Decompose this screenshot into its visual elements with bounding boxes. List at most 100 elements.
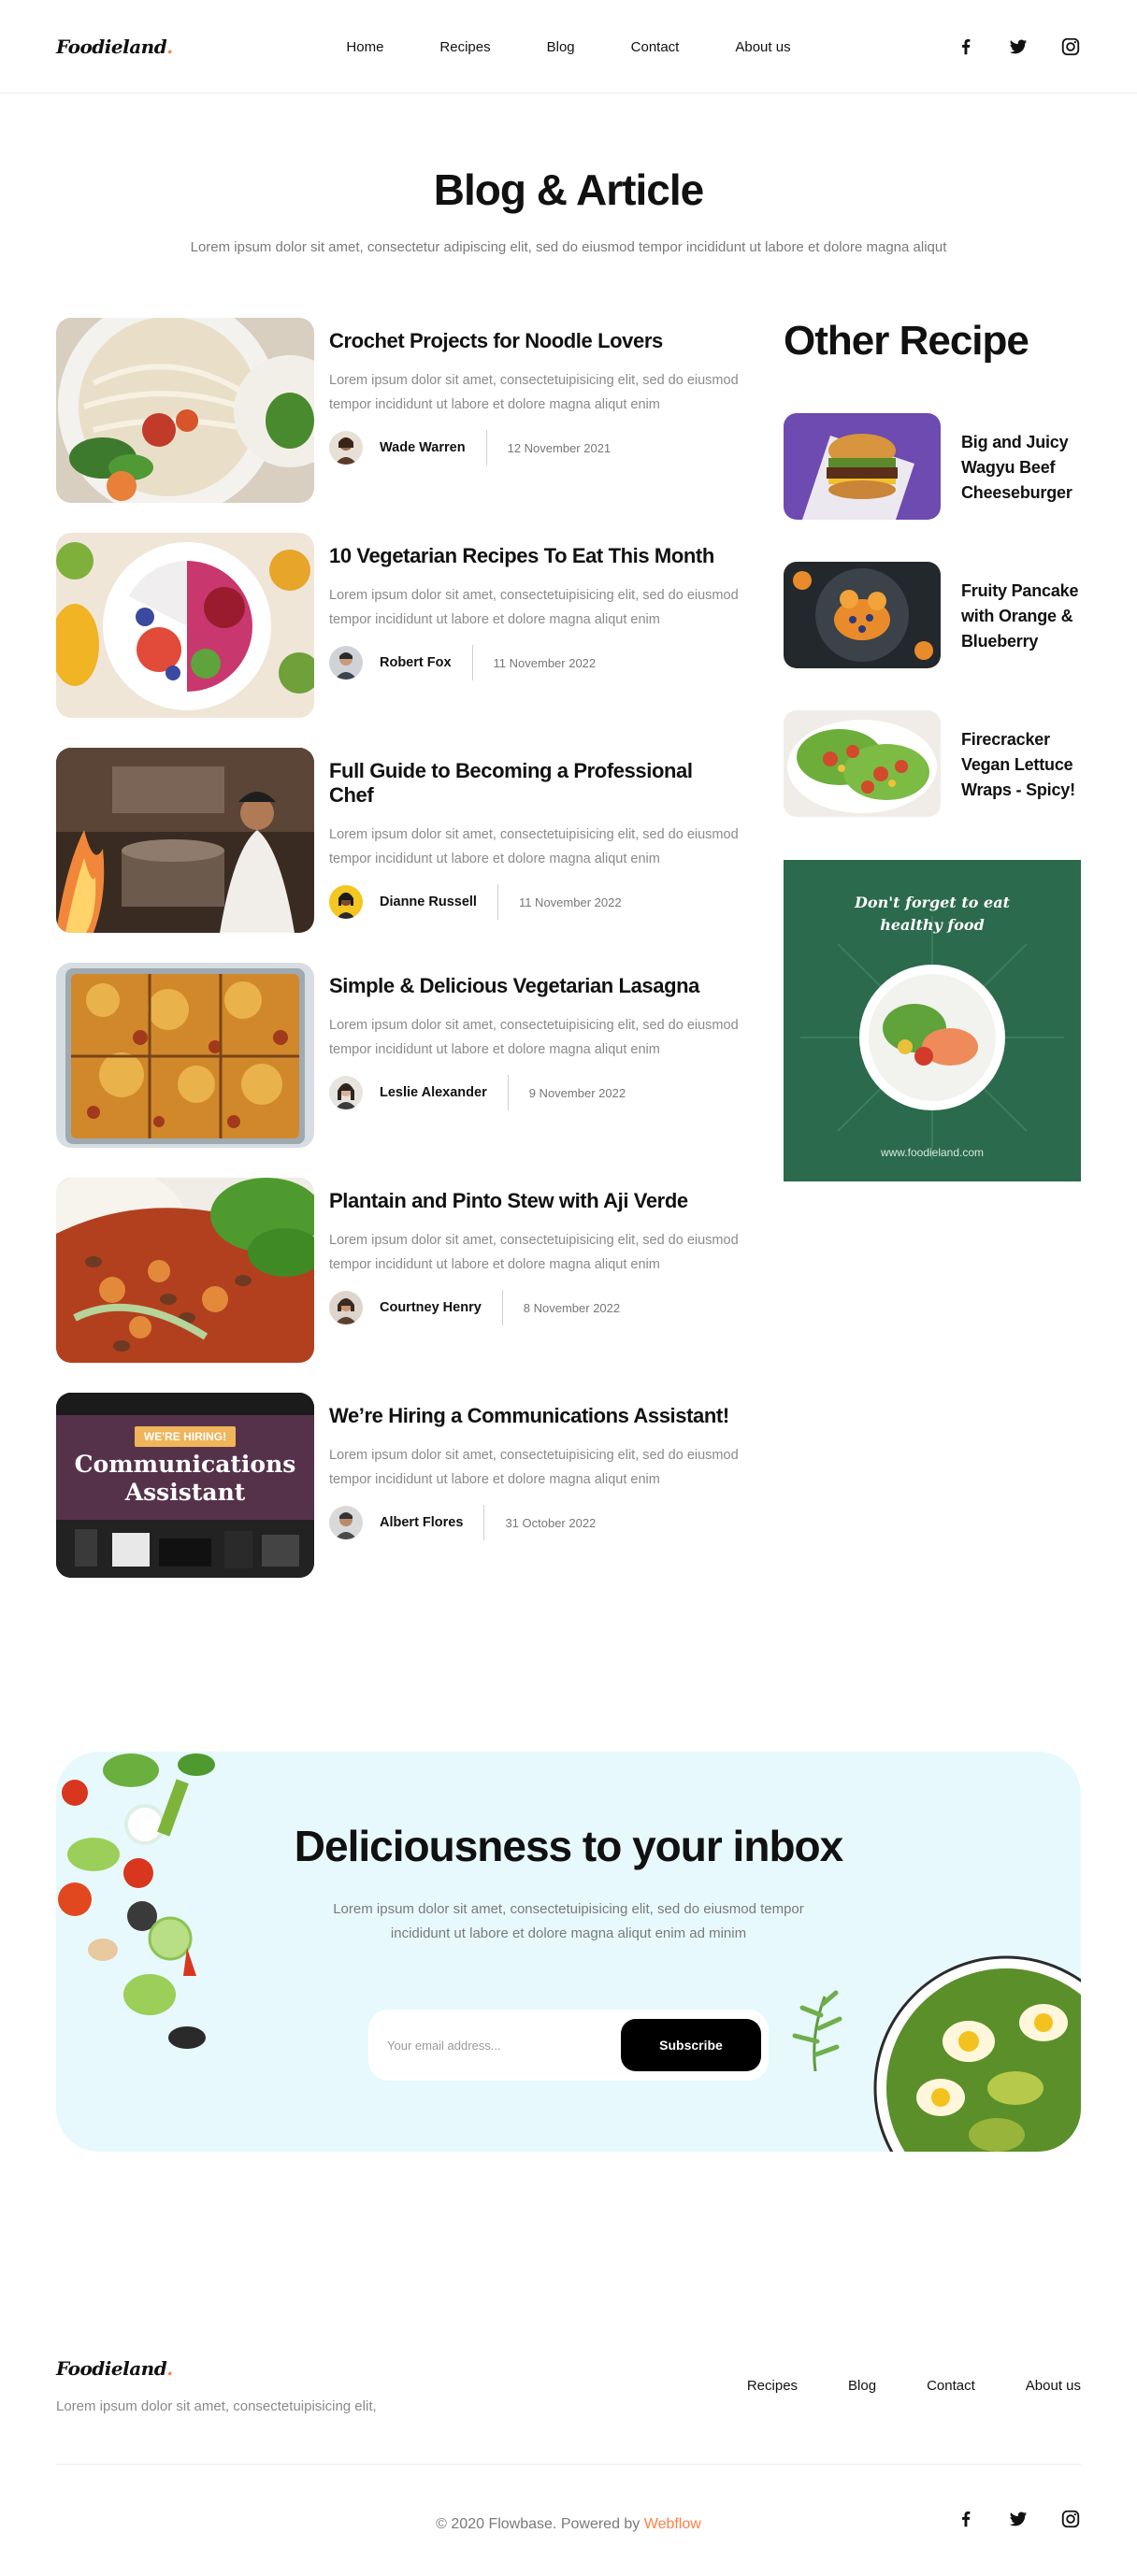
nav-recipes[interactable]: Recipes xyxy=(439,39,490,55)
nav-about[interactable]: About us xyxy=(735,39,790,55)
post-body: We’re Hiring a Communications Assistant!… xyxy=(329,1404,739,1540)
lettuce-wrap-image xyxy=(784,710,941,817)
post-excerpt: Lorem ipsum dolor sit amet, consectetuip… xyxy=(329,1233,739,1272)
avatar xyxy=(329,431,363,465)
instagram-icon[interactable] xyxy=(1060,2509,1081,2529)
avatar xyxy=(329,1506,363,1539)
sidebar-title: Other Recipe xyxy=(784,318,1029,364)
avatar xyxy=(329,646,363,680)
post-title[interactable]: We’re Hiring a Communications Assistant! xyxy=(329,1404,739,1428)
avatar xyxy=(329,1076,363,1109)
chef-kitchen-image xyxy=(56,748,314,933)
hiring-image-title: Communications Assistant xyxy=(56,1451,314,1507)
post-title[interactable]: Simple & Delicious Vegetarian Lasagna xyxy=(329,974,739,998)
pancake-image xyxy=(784,562,941,668)
herb-decoration xyxy=(792,1990,842,2071)
newsletter-text: Lorem ipsum dolor sit amet, consectetuip… xyxy=(333,1901,804,1941)
sidebar-recipe[interactable]: Fruity Pancake with Orange & Blueberry xyxy=(784,562,1081,668)
post-date: 8 November 2022 xyxy=(523,1300,621,1315)
avatar xyxy=(329,885,363,919)
recipe-thumbnail[interactable] xyxy=(784,562,941,668)
meta-divider xyxy=(497,884,498,920)
blog-post[interactable]: 10 Vegetarian Recipes To Eat This Month … xyxy=(56,533,739,720)
post-meta: Wade Warren 12 November 2021 xyxy=(329,430,739,465)
healthy-food-ad[interactable]: Don't forget to eat healthy food www.foo… xyxy=(784,860,1081,1181)
nav-blog[interactable]: Blog xyxy=(547,39,575,55)
post-thumbnail[interactable] xyxy=(56,1178,314,1363)
avatar xyxy=(329,1291,363,1324)
meta-divider xyxy=(485,430,487,465)
post-title[interactable]: 10 Vegetarian Recipes To Eat This Month xyxy=(329,544,739,568)
post-thumbnail[interactable] xyxy=(56,748,314,933)
post-date: 11 November 2022 xyxy=(518,894,622,909)
post-body: 10 Vegetarian Recipes To Eat This Month … xyxy=(329,544,739,680)
post-author: Dianne Russell xyxy=(380,894,477,909)
recipe-name[interactable]: Big and Juicy Wagyu Beef Cheeseburger xyxy=(961,430,1081,506)
post-date: 11 November 2022 xyxy=(493,655,597,670)
post-thumbnail[interactable] xyxy=(56,533,314,718)
nav-contact[interactable]: Contact xyxy=(631,39,680,55)
ad-headline-line-1: Don't forget to eat xyxy=(855,894,1010,911)
footer-nav-recipes[interactable]: Recipes xyxy=(747,2378,798,2394)
nav-home[interactable]: Home xyxy=(346,39,383,55)
sidebar-recipe[interactable]: Big and Juicy Wagyu Beef Cheeseburger xyxy=(784,413,1081,520)
post-thumbnail[interactable] xyxy=(56,963,314,1148)
post-title[interactable]: Plantain and Pinto Stew with Aji Verde xyxy=(329,1189,739,1213)
newsletter-title: Deliciousness to your inbox xyxy=(294,1822,843,1870)
post-thumbnail[interactable] xyxy=(56,318,314,503)
webflow-link[interactable]: Webflow xyxy=(644,2516,701,2532)
noodle-bowl-image xyxy=(56,318,314,503)
site-footer: Foodieland. Lorem ipsum dolor sit amet, … xyxy=(56,2357,1081,2532)
email-input[interactable] xyxy=(387,2026,602,2064)
sidebar-recipe[interactable]: Firecracker Vegan Lettuce Wraps - Spicy! xyxy=(784,710,1081,817)
blog-post[interactable]: Plantain and Pinto Stew with Aji Verde L… xyxy=(56,1178,739,1365)
footer-socials xyxy=(956,2509,1081,2529)
blog-post[interactable]: Full Guide to Becoming a Professional Ch… xyxy=(56,748,739,935)
post-meta: Robert Fox 11 November 2022 xyxy=(329,645,739,680)
page-title: Blog & Article xyxy=(433,165,704,214)
post-excerpt: Lorem ipsum dolor sit amet, consectetuip… xyxy=(329,373,739,412)
post-title[interactable]: Crochet Projects for Noodle Lovers xyxy=(329,329,739,353)
post-thumbnail[interactable]: WE'RE HIRING! Communications Assistant xyxy=(56,1393,314,1578)
vegetables-decoration xyxy=(58,1753,215,2049)
sidebar: Other Recipe Big and Juicy Wagyu Beef Ch… xyxy=(784,318,1081,1181)
post-meta: Albert Flores 31 October 2022 xyxy=(329,1505,739,1540)
footer-nav-blog[interactable]: Blog xyxy=(848,2378,876,2394)
blog-post[interactable]: Crochet Projects for Noodle Lovers Lorem… xyxy=(56,318,739,505)
instagram-icon[interactable] xyxy=(1060,36,1081,57)
footer-nav-about[interactable]: About us xyxy=(1026,2378,1081,2394)
stew-image xyxy=(56,1178,314,1363)
recipe-name[interactable]: Fruity Pancake with Orange & Blueberry xyxy=(961,579,1081,654)
facebook-icon[interactable] xyxy=(956,36,976,57)
post-author: Albert Flores xyxy=(380,1515,464,1530)
post-meta: Leslie Alexander 9 November 2022 xyxy=(329,1075,739,1110)
recipe-name[interactable]: Firecracker Vegan Lettuce Wraps - Spicy! xyxy=(961,727,1081,803)
facebook-icon[interactable] xyxy=(956,2509,976,2529)
post-date: 12 November 2021 xyxy=(507,440,612,455)
logo[interactable]: Foodieland. xyxy=(56,36,173,58)
post-excerpt: Lorem ipsum dolor sit amet, consectetuip… xyxy=(329,827,739,866)
footer-nav-contact[interactable]: Contact xyxy=(927,2378,975,2394)
subscribe-button[interactable]: Subscribe xyxy=(621,2019,761,2071)
footer-text: Lorem ipsum dolor sit amet, consectetuip… xyxy=(56,2398,377,2414)
footer-divider xyxy=(56,2464,1081,2465)
twitter-icon[interactable] xyxy=(1008,36,1029,57)
ad-url: www.foodieland.com xyxy=(880,1146,985,1159)
post-excerpt: Lorem ipsum dolor sit amet, consectetuip… xyxy=(329,1448,739,1487)
post-title[interactable]: Full Guide to Becoming a Professional Ch… xyxy=(329,759,739,808)
meta-divider xyxy=(471,645,473,680)
post-body: Crochet Projects for Noodle Lovers Lorem… xyxy=(329,329,739,465)
blog-post[interactable]: Simple & Delicious Vegetarian Lasagna Lo… xyxy=(56,963,739,1150)
post-meta: Courtney Henry 8 November 2022 xyxy=(329,1290,739,1325)
meta-divider xyxy=(483,1505,485,1540)
hiring-title-line-1: Communications xyxy=(74,1451,296,1478)
blog-post[interactable]: WE'RE HIRING! Communications Assistant W… xyxy=(56,1393,739,1580)
post-body: Plantain and Pinto Stew with Aji Verde L… xyxy=(329,1189,739,1325)
recipe-thumbnail[interactable] xyxy=(784,413,941,520)
post-body: Full Guide to Becoming a Professional Ch… xyxy=(329,759,739,920)
footer-logo[interactable]: Foodieland. xyxy=(56,2357,1081,2380)
post-excerpt: Lorem ipsum dolor sit amet, consectetuip… xyxy=(329,1018,739,1057)
recipe-thumbnail[interactable] xyxy=(784,710,941,817)
post-author: Leslie Alexander xyxy=(380,1085,487,1100)
twitter-icon[interactable] xyxy=(1008,2509,1029,2529)
